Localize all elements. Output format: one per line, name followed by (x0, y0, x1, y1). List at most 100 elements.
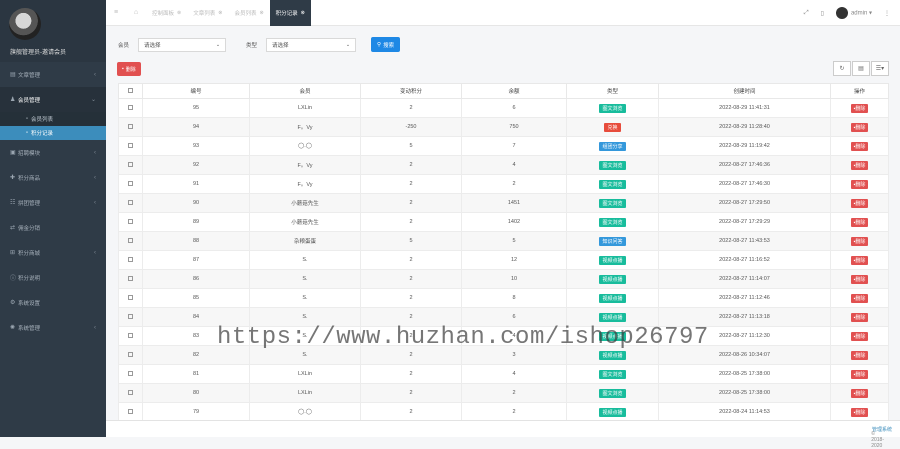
row-checkbox[interactable] (118, 288, 143, 308)
sidebar-item-9[interactable]: ✺ 系统管理 ‹ (0, 315, 106, 340)
row-delete-button[interactable]: ▪删除 (850, 160, 869, 170)
table-cell: 2 (360, 364, 462, 384)
row-checkbox[interactable] (118, 193, 143, 213)
row-delete-button[interactable]: ▪删除 (850, 255, 869, 265)
row-delete-button[interactable]: ▪删除 (850, 350, 869, 360)
row-delete-label: 删除 (855, 257, 866, 264)
avatar[interactable] (9, 8, 41, 40)
trash-icon[interactable]: ▯ (821, 10, 824, 17)
bulk-delete-button[interactable]: ▪ 删除 (117, 62, 141, 76)
row-checkbox[interactable] (118, 155, 143, 175)
sidebar-subitem-1[interactable]: ▫ 积分记录 (0, 126, 106, 140)
type-badge: 视频点播 (599, 350, 626, 360)
column-header[interactable]: 会员 (249, 83, 361, 99)
row-delete-button[interactable]: ▪删除 (850, 407, 869, 417)
row-checkbox[interactable] (118, 326, 143, 346)
sidebar-subitem-0[interactable]: ▫ 会员列表 (0, 112, 106, 126)
column-header[interactable]: 类型 (566, 83, 659, 99)
columns-icon[interactable]: ▤ (852, 61, 870, 76)
row-checkbox[interactable] (118, 364, 143, 384)
row-delete-button[interactable]: ▪删除 (850, 293, 869, 303)
row-checkbox[interactable] (118, 174, 143, 194)
table-header-row: 编号 会员 变动积分 余额 类型 创建时间 操作 (118, 83, 889, 99)
action-cell: ▪删除 (830, 136, 889, 156)
close-icon[interactable]: ⊗ (177, 10, 181, 16)
row-checkbox[interactable] (118, 98, 143, 118)
row-delete-label: 删除 (855, 352, 866, 359)
home-icon[interactable]: ⌂ (126, 9, 146, 16)
row-checkbox[interactable] (118, 402, 143, 422)
column-header[interactable]: 变动积分 (360, 83, 462, 99)
row-checkbox[interactable] (118, 307, 143, 327)
type-badge: 知识问答 (599, 236, 626, 246)
select-all-checkbox[interactable] (118, 83, 143, 99)
table-cell: S. (249, 269, 361, 289)
action-cell: ▪删除 (830, 269, 889, 289)
row-checkbox[interactable] (118, 117, 143, 137)
row-checkbox[interactable] (118, 231, 143, 251)
tab-1[interactable]: 文章列表 ⊗ (187, 0, 228, 26)
column-header[interactable]: 创建时间 (658, 83, 831, 99)
member-select[interactable]: 请选择 ⌄ (138, 37, 227, 52)
refresh-icon[interactable]: ↻ (833, 61, 851, 76)
row-checkbox[interactable] (118, 383, 143, 403)
table-cell: 2 (360, 288, 462, 308)
row-delete-label: 删除 (855, 333, 866, 340)
row-delete-button[interactable]: ▪删除 (850, 141, 869, 151)
sidebar-item-8[interactable]: ⚙ 系统设置 (0, 290, 106, 315)
sidebar-item-5[interactable]: ⇄ 佣金分销 (0, 215, 106, 240)
row-delete-label: 删除 (855, 181, 866, 188)
table-row: 81 LXLin 2 4 图文浏览 2022-08-25 17:38:00 ▪删除 (118, 364, 889, 384)
row-delete-button[interactable]: ▪删除 (850, 198, 869, 208)
tab-0[interactable]: 控制面板 ⊗ (146, 0, 187, 26)
row-delete-button[interactable]: ▪删除 (850, 179, 869, 189)
sidebar-item-6[interactable]: ⊞ 积分商城 ‹ (0, 240, 106, 265)
row-checkbox[interactable] (118, 345, 143, 365)
type-cell: 组团分享 (566, 136, 659, 156)
action-cell: ▪删除 (830, 174, 889, 194)
row-checkbox[interactable] (118, 269, 143, 289)
sidebar-item-0[interactable]: ▤ 文章管理 ‹ (0, 62, 106, 87)
close-icon[interactable]: ⊗ (259, 10, 263, 16)
tab-2[interactable]: 会员列表 ⊗ (228, 0, 269, 26)
export-icon[interactable]: ☰▾ (871, 61, 889, 76)
row-delete-button[interactable]: ▪删除 (850, 369, 869, 379)
close-icon[interactable]: ⊗ (218, 10, 222, 16)
row-delete-button[interactable]: ▪删除 (850, 331, 869, 341)
row-delete-button[interactable]: ▪删除 (850, 388, 869, 398)
search-button[interactable]: ⚲ 搜索 (371, 37, 401, 52)
table-cell: 2022-08-29 11:28:40 (658, 117, 831, 137)
row-delete-button[interactable]: ▪删除 (850, 274, 869, 284)
row-delete-button[interactable]: ▪删除 (850, 312, 869, 322)
sidebar-item-4[interactable]: ☷ 拼团管理 ‹ (0, 190, 106, 215)
user-menu[interactable]: admin ▾ (835, 7, 872, 19)
row-delete-button[interactable]: ▪删除 (850, 236, 869, 246)
column-header[interactable]: 余额 (461, 83, 567, 99)
row-checkbox[interactable] (118, 212, 143, 232)
tab-3[interactable]: 积分记录 ⊗ (269, 0, 311, 26)
action-cell: ▪删除 (830, 155, 889, 175)
sidebar-item-1[interactable]: ♟ 会员管理 ⌄ (0, 87, 106, 112)
menu-toggle-icon[interactable]: ≡ (106, 9, 126, 16)
sidebar-item-2[interactable]: ▣ 招聘模块 ‹ (0, 140, 106, 165)
row-delete-button[interactable]: ▪删除 (850, 122, 869, 132)
more-icon[interactable]: ⋮ (884, 10, 890, 17)
column-header[interactable]: 编号 (142, 83, 250, 99)
sidebar-item-3[interactable]: ✚ 积分商品 ‹ (0, 165, 106, 190)
row-delete-label: 删除 (855, 295, 866, 302)
action-cell: ▪删除 (830, 231, 889, 251)
action-cell: ▪删除 (830, 212, 889, 232)
table-row: 90 小蘑菇先生 2 1451 图文浏览 2022-08-27 17:29:50 ▪删除 (118, 193, 889, 213)
row-checkbox[interactable] (118, 250, 143, 270)
column-header[interactable]: 操作 (830, 83, 889, 99)
type-select[interactable]: 请选择 ⌄ (266, 37, 357, 52)
row-delete-button[interactable]: ▪删除 (850, 103, 869, 113)
close-icon[interactable]: ⊗ (301, 10, 305, 16)
table-cell: 1451 (461, 193, 567, 213)
fullscreen-icon[interactable]: ⤢ (804, 10, 809, 17)
row-checkbox[interactable] (118, 136, 143, 156)
row-delete-label: 删除 (855, 143, 866, 150)
table-cell: 2 (360, 212, 462, 232)
row-delete-button[interactable]: ▪删除 (850, 217, 869, 227)
sidebar-item-7[interactable]: ⓘ 积分说明 (0, 265, 106, 290)
